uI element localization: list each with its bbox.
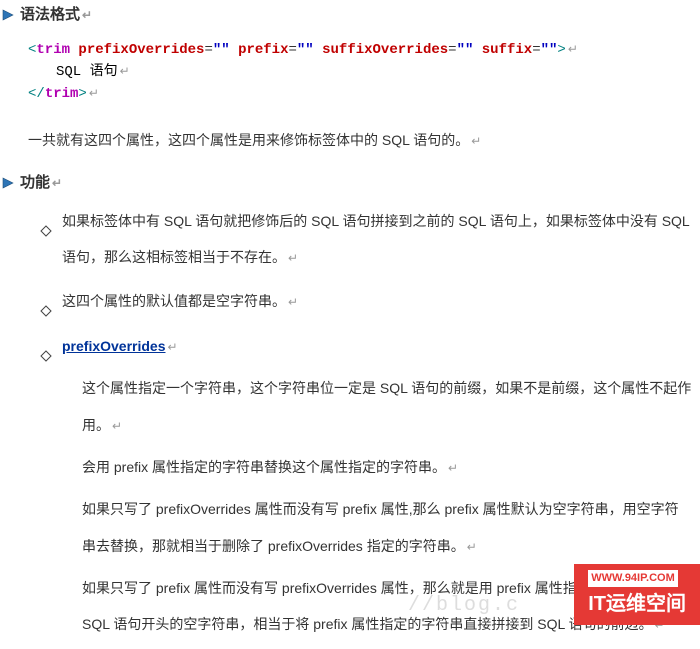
code-line-open: <trim prefixOverrides="" prefix="" suffi… bbox=[28, 39, 700, 61]
list-item: prefixOverrides↵ bbox=[40, 328, 700, 364]
tag-close-bracket: > bbox=[557, 42, 565, 58]
code-line-close: </trim>↵ bbox=[28, 83, 700, 105]
attr-value: "" bbox=[541, 42, 558, 58]
line-break-mark: ↵ bbox=[120, 65, 130, 79]
paragraph-mark: ↵ bbox=[471, 134, 481, 148]
bullet-arrow-icon bbox=[0, 7, 16, 23]
link-prefixoverrides[interactable]: prefixOverrides bbox=[62, 338, 166, 354]
line-break-mark: ↵ bbox=[568, 43, 578, 57]
tag-close-bracket: > bbox=[78, 86, 86, 102]
diamond-bullet-icon bbox=[40, 339, 54, 353]
paragraph-mark: ↵ bbox=[288, 251, 298, 265]
line-break-mark: ↵ bbox=[82, 6, 92, 24]
code-body-text: SQL 语句 bbox=[56, 64, 118, 80]
attr-value: "" bbox=[213, 42, 230, 58]
section-title: 语法格式 bbox=[20, 4, 80, 27]
list-item-text: prefixOverrides↵ bbox=[62, 328, 700, 364]
paragraph-mark: ↵ bbox=[89, 87, 99, 101]
attr-name: prefixOverrides bbox=[78, 42, 204, 58]
document-page: 语法格式 ↵ <trim prefixOverrides="" prefix="… bbox=[0, 0, 700, 649]
section-header-syntax: 语法格式 ↵ bbox=[0, 4, 700, 27]
paragraph-mark: ↵ bbox=[467, 540, 477, 554]
sub-paragraph: 这个属性指定一个字符串，这个字符串位一定是 SQL 语句的前缀，如果不是前缀，这… bbox=[82, 370, 700, 443]
list-item: 如果标签体中有 SQL 语句就把修饰后的 SQL 语句拼接到之前的 SQL 语句… bbox=[40, 203, 700, 276]
section-header-function: 功能 ↵ bbox=[0, 172, 700, 195]
code-block: <trim prefixOverrides="" prefix="" suffi… bbox=[0, 35, 700, 110]
section-title: 功能 bbox=[20, 172, 50, 195]
paragraph-mark: ↵ bbox=[168, 340, 178, 354]
paragraph: 一共就有这四个属性，这四个属性是用来修饰标签体中的 SQL 语句的。↵ bbox=[28, 122, 700, 158]
attr-value: "" bbox=[457, 42, 474, 58]
sub-paragraph: 会用 prefix 属性指定的字符串替换这个属性指定的字符串。↵ bbox=[82, 449, 700, 485]
attr-value: "" bbox=[297, 42, 314, 58]
attr-name: prefix bbox=[238, 42, 288, 58]
list-item-text: 如果标签体中有 SQL 语句就把修饰后的 SQL 语句拼接到之前的 SQL 语句… bbox=[62, 203, 700, 276]
diamond-bullet-icon bbox=[40, 294, 54, 308]
bullet-arrow-icon bbox=[0, 175, 16, 191]
list-item: 这四个属性的默认值都是空字符串。↵ bbox=[40, 283, 700, 319]
site-banner[interactable]: WWW.94IP.COM IT运维空间 bbox=[574, 564, 700, 625]
banner-title: IT运维空间 bbox=[588, 589, 686, 619]
paragraph-text: 一共就有这四个属性，这四个属性是用来修饰标签体中的 SQL 语句的。 bbox=[28, 132, 469, 148]
paragraph-mark: ↵ bbox=[448, 461, 458, 475]
tag-close-open: </ bbox=[28, 86, 45, 102]
tag-name: trim bbox=[36, 42, 70, 58]
code-line-body: SQL 语句↵ bbox=[28, 61, 700, 83]
list-item-text: 这四个属性的默认值都是空字符串。↵ bbox=[62, 283, 700, 319]
diamond-bullet-icon bbox=[40, 214, 54, 228]
banner-url: WWW.94IP.COM bbox=[588, 570, 678, 587]
sub-paragraph: 如果只写了 prefixOverrides 属性而没有写 prefix 属性,那… bbox=[82, 491, 700, 564]
watermark-text: //blog.c bbox=[408, 591, 520, 621]
paragraph-mark: ↵ bbox=[288, 295, 298, 309]
line-break-mark: ↵ bbox=[52, 174, 62, 192]
attr-name: suffix bbox=[482, 42, 532, 58]
attr-name: suffixOverrides bbox=[322, 42, 448, 58]
paragraph-mark: ↵ bbox=[112, 419, 122, 433]
tag-name: trim bbox=[45, 86, 79, 102]
